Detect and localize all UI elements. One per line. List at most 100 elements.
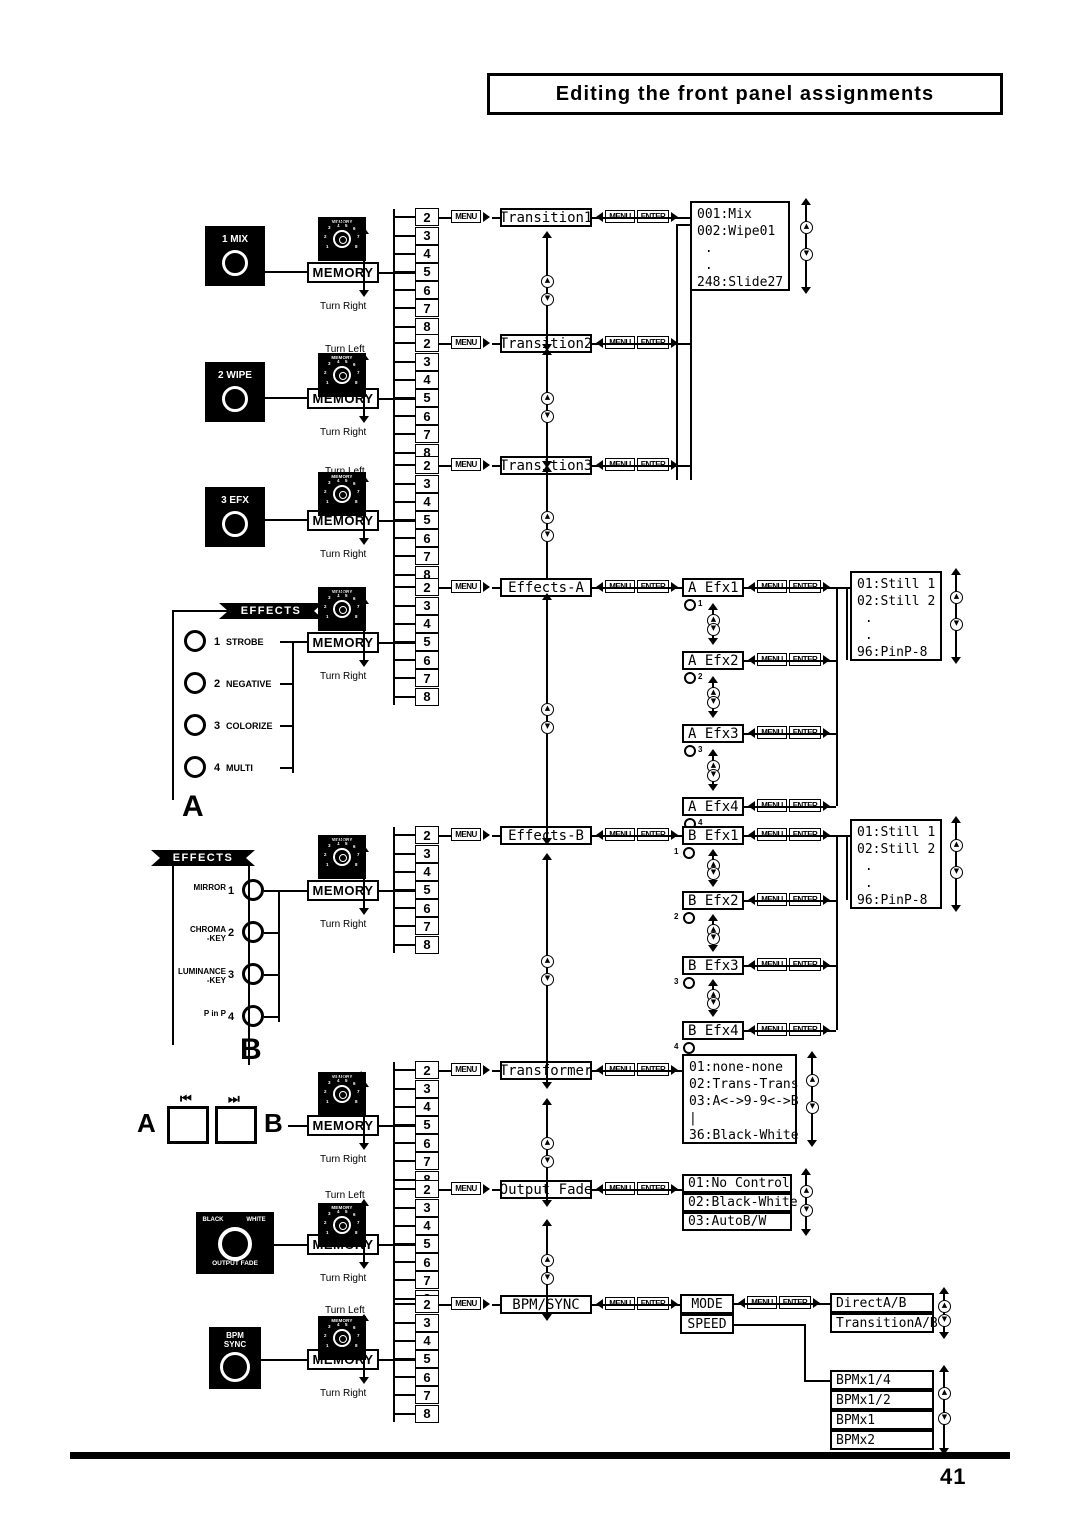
step-cell-3[interactable]: 3 [415,352,439,371]
step-cell-7[interactable]: 7 [415,547,439,566]
output-fade-knob-icon[interactable] [218,1227,252,1261]
step-cell-4[interactable]: 4 [415,370,439,389]
bpm-speed-box[interactable]: SPEED [680,1314,734,1335]
step-cell-3[interactable]: 3 [415,1079,439,1098]
step-cell-3[interactable]: 3 [415,474,439,493]
step-cell-6[interactable]: 6 [415,1134,439,1153]
step-cell-2[interactable]: 2 [415,334,439,353]
step-cell-7[interactable]: 7 [415,1386,439,1405]
step-cell-6[interactable]: 6 [415,651,439,670]
step-cell-4[interactable]: 4 [415,1097,439,1116]
step-cell-5[interactable]: 5 [415,262,439,281]
effects-a-button-1[interactable] [184,630,206,652]
step-cell-2[interactable]: 2 [415,1180,439,1199]
transformer-button-b[interactable] [215,1106,257,1144]
step-cell-7[interactable]: 7 [415,425,439,444]
effects-b-button-4[interactable] [242,1005,264,1027]
menu-tag-effects-a[interactable]: MENU [451,580,481,594]
effects-b-button-2[interactable] [242,921,264,943]
step-cell-5[interactable]: 5 [415,880,439,899]
step-cell-7[interactable]: 7 [415,1152,439,1171]
step-cell-2[interactable]: 2 [415,826,439,845]
bpm-speed-row-2[interactable]: BPMx1/2 [830,1390,934,1411]
memory-button[interactable]: MEMORY [307,632,379,653]
memory-knob-icon[interactable]: MEMORY 3 4 5 6 7 8 1 2 [318,1316,366,1360]
menu-tag-output-fade[interactable]: MENU [451,1182,481,1196]
step-cell-4[interactable]: 4 [415,614,439,633]
efx-slot-b-efx2[interactable]: B Efx2 [682,891,744,911]
step-cell-6[interactable]: 6 [415,407,439,426]
step-cell-4[interactable]: 4 [415,862,439,881]
effects-a-button-3[interactable] [184,714,206,736]
menu-tag-transition2[interactable]: MENU [451,336,481,350]
effects-b-button-1[interactable] [242,879,264,901]
step-cell-4[interactable]: 4 [415,1216,439,1235]
step-cell-5[interactable]: 5 [415,388,439,407]
menu-tag-bpm-sync[interactable]: MENU [451,1297,481,1311]
wipe-button-ring-icon[interactable] [222,386,248,412]
step-cell-5[interactable]: 5 [415,1234,439,1253]
step-cell-7[interactable]: 7 [415,669,439,688]
step-cell-6[interactable]: 6 [415,1253,439,1272]
step-cell-8[interactable]: 8 [415,935,439,954]
bpm-sync-button-ring-icon[interactable] [220,1352,250,1382]
menu-tag-transition3[interactable]: MENU [451,458,481,472]
step-cell-2[interactable]: 2 [415,1061,439,1080]
memory-button[interactable]: MEMORY [307,262,379,283]
step-cell-3[interactable]: 3 [415,596,439,615]
step-cell-8[interactable]: 8 [415,1404,439,1423]
effects-a-button-4[interactable] [184,756,206,778]
bpm-mode-row-1[interactable]: DirectA/B [830,1293,934,1314]
step-cell-6[interactable]: 6 [415,899,439,918]
step-cell-3[interactable]: 3 [415,1198,439,1217]
efx-slot-a-efx3[interactable]: A Efx3 [682,724,744,744]
step-cell-7[interactable]: 7 [415,299,439,318]
effects-a-button-2[interactable] [184,672,206,694]
mix-button-ring-icon[interactable] [222,250,248,276]
efx-button-ring-icon[interactable] [222,511,248,537]
step-cell-5[interactable]: 5 [415,1115,439,1134]
step-cell-3[interactable]: 3 [415,226,439,245]
menu-tag-transformer[interactable]: MENU [451,1063,481,1077]
step-cell-2[interactable]: 2 [415,1295,439,1314]
step-cell-2[interactable]: 2 [415,456,439,475]
step-cell-6[interactable]: 6 [415,1368,439,1387]
step-cell-6[interactable]: 6 [415,529,439,548]
efx-slot-a-efx2[interactable]: A Efx2 [682,651,744,671]
step-cell-4[interactable]: 4 [415,1331,439,1350]
step-cell-7[interactable]: 7 [415,1271,439,1290]
step-cell-4[interactable]: 4 [415,244,439,263]
step-cell-5[interactable]: 5 [415,632,439,651]
step-cell-7[interactable]: 7 [415,917,439,936]
effects-b-button-3[interactable] [242,963,264,985]
bpm-mode-box[interactable]: MODE [680,1294,734,1315]
step-cell-5[interactable]: 5 [415,510,439,529]
memory-knob-icon[interactable]: MEMORY 3 4 5 6 7 8 1 2 [318,1203,366,1247]
efx-slot-b-efx4[interactable]: B Efx4 [682,1021,744,1041]
efx-slot-a-efx1[interactable]: A Efx1 [682,578,744,598]
efx-slot-b-efx3[interactable]: B Efx3 [682,956,744,976]
step-cell-3[interactable]: 3 [415,844,439,863]
step-cell-4[interactable]: 4 [415,492,439,511]
step-cell-8[interactable]: 8 [415,687,439,706]
output-fade-row-3[interactable]: 03:AutoB/W [682,1212,792,1232]
memory-button[interactable]: MEMORY [307,880,379,901]
transformer-button-a[interactable] [167,1106,209,1144]
bpm-speed-row-3[interactable]: BPMx1 [830,1410,934,1431]
bpm-speed-row-1[interactable]: BPMx1/4 [830,1370,934,1391]
memory-button[interactable]: MEMORY [307,1115,379,1136]
step-cell-8[interactable]: 8 [415,317,439,336]
menu-tag-transition1[interactable]: MENU [451,210,481,224]
output-fade-row-2[interactable]: 02:Black-White [682,1193,798,1213]
step-cell-3[interactable]: 3 [415,1313,439,1332]
efx-slot-b-efx1[interactable]: B Efx1 [682,826,744,846]
step-cell-2[interactable]: 2 [415,578,439,597]
menu-tag-effects-b[interactable]: MENU [451,828,481,842]
step-cell-6[interactable]: 6 [415,281,439,300]
step-cell-2[interactable]: 2 [415,208,439,227]
output-fade-row-1[interactable]: 01:No Control [682,1174,792,1194]
bpm-speed-row-4[interactable]: BPMx2 [830,1430,934,1451]
step-cell-5[interactable]: 5 [415,1349,439,1368]
menu-item-transition1[interactable]: Transition1 [500,208,592,228]
efx-slot-a-efx4[interactable]: A Efx4 [682,797,744,817]
